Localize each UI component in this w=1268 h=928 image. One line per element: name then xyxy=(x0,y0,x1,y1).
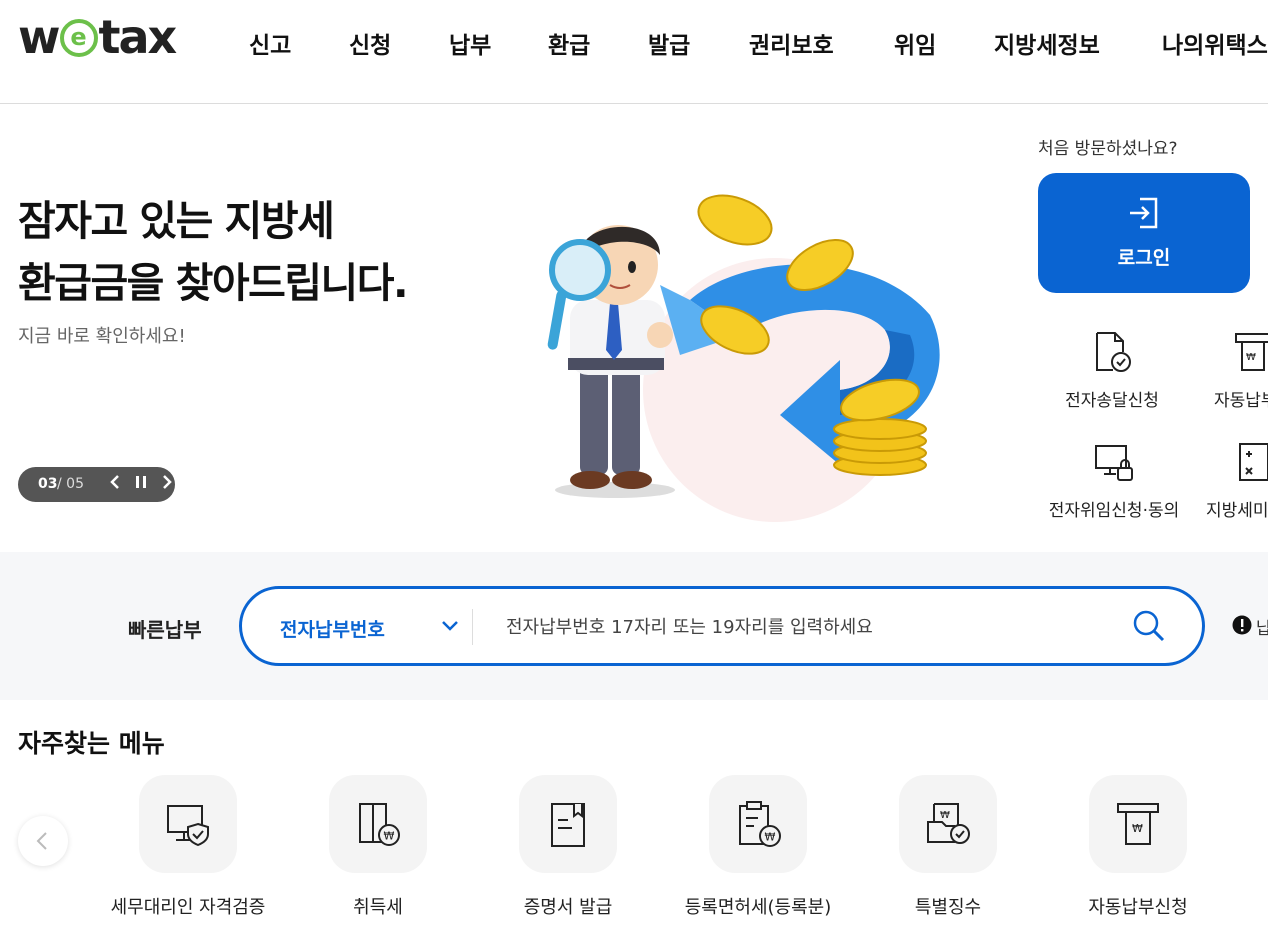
monitor-lock-icon xyxy=(1095,445,1133,481)
logo-e-mark: e xyxy=(59,18,98,57)
fast-pay-label: 빠른납부 xyxy=(128,618,202,642)
quick-link-label: 전자위임신청·동의 xyxy=(1048,501,1180,521)
menu-label: 자동납부신청 xyxy=(1088,897,1188,918)
clipboard-won-icon: ₩ xyxy=(739,801,781,847)
next-slide-button[interactable] xyxy=(156,472,178,496)
pause-button[interactable] xyxy=(130,472,152,496)
menu-label: 등록면허세(등록분) xyxy=(684,897,832,918)
frequent-menu-item[interactable]: 증명서 발급 xyxy=(473,775,663,919)
frequent-menu-item[interactable]: ₩ 등록면허세(등록분) xyxy=(663,775,853,919)
site-header: w e tax 신고 신청 납부 환급 발급 권리보호 위임 지방세정보 나의위택스 xyxy=(0,0,1268,104)
quick-link-label: 전자송달신청 xyxy=(1065,391,1159,411)
first-visit-text: 처음 방문하셨나요? xyxy=(1038,139,1178,159)
frequent-menu-title: 자주찾는 메뉴 xyxy=(18,729,165,758)
quick-link-auto-pay[interactable]: ₩ 자동납부 xyxy=(1210,330,1268,411)
refund-illustration xyxy=(547,194,940,522)
nav-item-local-tax-info[interactable]: 지방세정보 xyxy=(994,26,1100,60)
pause-icon xyxy=(136,476,146,488)
nav-item-pay[interactable]: 납부 xyxy=(449,26,491,60)
menu-icon-tile: ₩ xyxy=(329,775,427,873)
menu-icon-tile xyxy=(139,775,237,873)
frequent-menu-item[interactable]: ₩ 자동납부신청 xyxy=(1043,775,1233,919)
login-button[interactable]: 로그인 xyxy=(1038,173,1250,293)
nav-item-issue[interactable]: 발급 xyxy=(648,26,690,60)
frequent-menu-item[interactable]: 세무대리인 자격검증 xyxy=(93,775,283,919)
login-label: 로그인 xyxy=(1117,247,1171,269)
quick-link-e-delivery[interactable]: 전자송달신청 xyxy=(1056,330,1168,411)
info-icon xyxy=(1232,615,1252,635)
chevron-right-icon xyxy=(163,475,172,489)
hero-title: 잠자고 있는 지방세 환급금을 찾아드립니다. xyxy=(18,190,409,314)
hero-title-line2: 환급금을 찾아드립니다. xyxy=(18,259,409,307)
certificate-icon xyxy=(551,803,585,847)
menu-label: 증명서 발급 xyxy=(523,897,613,918)
auto-pay-icon: ₩ xyxy=(1235,333,1268,371)
hero-title-line1: 잠자고 있는 지방세 xyxy=(18,197,335,245)
wetax-logo[interactable]: w e tax xyxy=(18,12,177,62)
chevron-left-icon xyxy=(36,832,47,850)
nav-item-delegate[interactable]: 위임 xyxy=(894,26,936,60)
frequent-prev-button[interactable] xyxy=(18,816,68,866)
select-divider xyxy=(472,609,473,645)
svg-text:₩: ₩ xyxy=(384,830,395,843)
frequent-menu-item[interactable]: ₩ 특별징수 xyxy=(853,775,1043,919)
quick-link-local-tax[interactable]: 지방세미 xyxy=(1206,440,1268,521)
info-text[interactable]: 납 xyxy=(1256,614,1268,639)
svg-text:₩: ₩ xyxy=(765,831,776,844)
nav-item-report[interactable]: 신고 xyxy=(249,26,291,60)
fast-pay-search: 전자납부번호 xyxy=(239,586,1205,666)
menu-icon-tile: ₩ xyxy=(709,775,807,873)
login-icon xyxy=(1130,197,1158,229)
search-icon[interactable] xyxy=(1132,609,1166,643)
menu-label: 세무대리인 자격검증 xyxy=(110,897,266,918)
folder-check-icon: ₩ xyxy=(927,803,970,844)
monitor-shield-icon xyxy=(167,805,209,847)
quick-link-label: 지방세미 xyxy=(1206,501,1268,521)
menu-icon-tile xyxy=(519,775,617,873)
calculator-icon xyxy=(1239,443,1268,481)
frequent-menu-item[interactable]: ₩ 취득세 xyxy=(283,775,473,919)
svg-text:₩: ₩ xyxy=(940,810,950,821)
document-check-icon xyxy=(1096,332,1131,372)
menu-icon-tile: ₩ xyxy=(899,775,997,873)
slide-pager: 03 / 05 xyxy=(18,467,175,502)
nav-item-my-wetax[interactable]: 나의위택스 xyxy=(1162,26,1268,60)
nav-item-refund[interactable]: 환급 xyxy=(548,26,590,60)
nav-item-apply[interactable]: 신청 xyxy=(349,26,391,60)
prev-slide-button[interactable] xyxy=(104,472,126,496)
nav-item-rights[interactable]: 권리보호 xyxy=(749,26,834,60)
quick-link-e-delegation[interactable]: 전자위임신청·동의 xyxy=(1040,440,1188,521)
menu-label: 취득세 xyxy=(353,897,403,918)
slide-total: / 05 xyxy=(57,476,84,492)
svg-text:₩: ₩ xyxy=(1246,352,1256,363)
menu-icon-tile: ₩ xyxy=(1089,775,1187,873)
pay-type-select[interactable]: 전자납부번호 xyxy=(280,615,385,642)
svg-text:₩: ₩ xyxy=(1132,822,1143,835)
menu-label: 특별징수 xyxy=(914,897,982,918)
building-won-icon: ₩ xyxy=(359,803,400,846)
quick-link-label: 자동납부 xyxy=(1214,391,1268,411)
chevron-left-icon xyxy=(110,475,119,489)
receipt-won-icon: ₩ xyxy=(1117,803,1159,845)
payment-number-input[interactable] xyxy=(504,607,1088,647)
hero-subtitle: 지금 바로 확인하세요! xyxy=(18,326,186,347)
chevron-down-icon[interactable] xyxy=(440,615,460,635)
slide-current: 03 xyxy=(38,476,58,492)
